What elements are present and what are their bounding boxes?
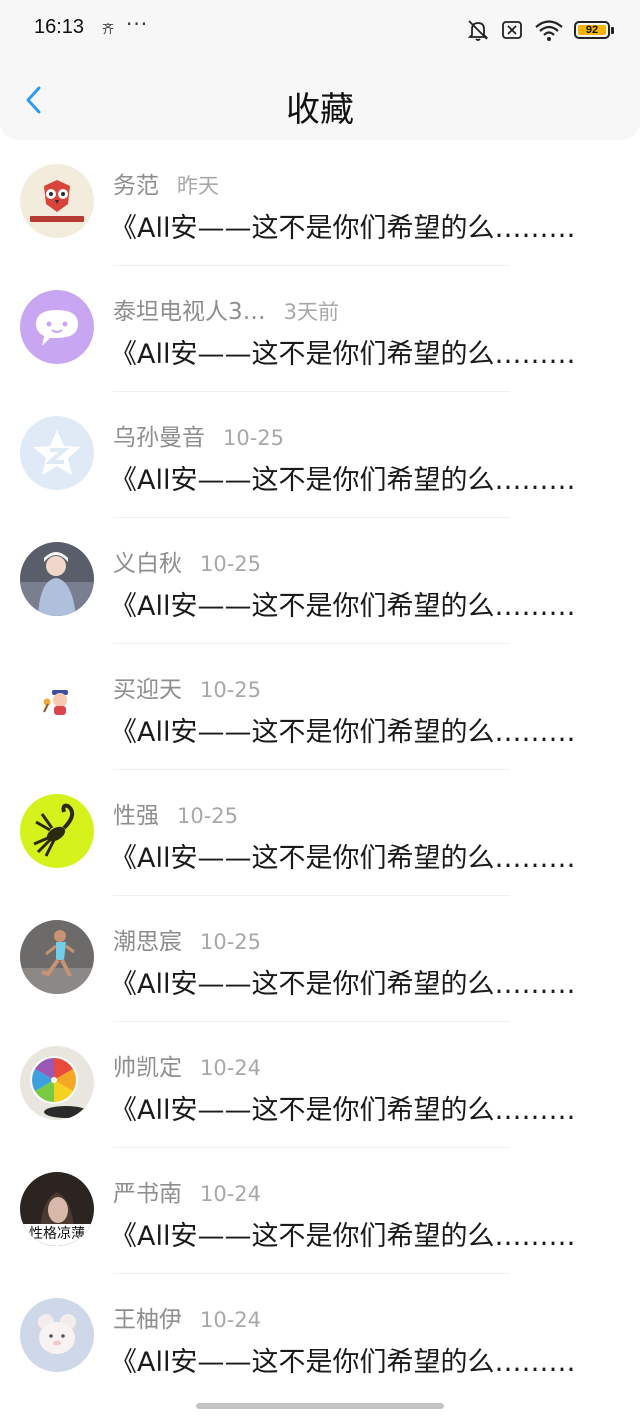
item-message: 《All安——这不是你们希望的么………: [110, 591, 576, 622]
item-author: 帅凯定: [113, 1055, 182, 1081]
item-message: 《All安——这不是你们希望的么………: [110, 1347, 576, 1378]
page-title: 收藏: [286, 90, 354, 130]
item-date: 昨天: [177, 174, 219, 198]
bell-muted-icon: [466, 18, 490, 42]
plush-toy-avatar[interactable]: [20, 1298, 94, 1372]
battery-level: 92: [585, 24, 599, 36]
status-bar: 16:13 齐 ··· 92: [0, 0, 640, 60]
list-item[interactable]: 泰坦电视人3… 3天前 《All安——这不是你们希望的么………: [0, 266, 640, 392]
list-item[interactable]: 义白秋 10-25 《All安——这不是你们希望的么………: [0, 518, 640, 644]
item-author: 乌孙曼音: [113, 425, 205, 451]
list-item[interactable]: 帅凯定 10-24 《All安——这不是你们希望的么………: [0, 1022, 640, 1148]
item-author: 严书南: [113, 1181, 182, 1207]
item-meta: 义白秋 10-25: [113, 544, 262, 577]
item-author: 义白秋: [113, 551, 182, 577]
favorites-list: 务范 昨天 《All安——这不是你们希望的么……… 泰坦电视人3… 3天前 《All…: [0, 140, 640, 1400]
home-indicator[interactable]: [196, 1403, 444, 1409]
item-message: 《All安——这不是你们希望的么………: [110, 1221, 576, 1252]
item-message: 《All安——这不是你们希望的么………: [110, 339, 576, 370]
battery-icon: 92: [574, 21, 614, 39]
item-date: 10-25: [200, 678, 262, 702]
item-author: 买迎天: [113, 677, 182, 703]
item-meta: 买迎天 10-25: [113, 670, 262, 703]
item-message: 《All安——这不是你们希望的么………: [110, 213, 576, 244]
owl-logo-avatar[interactable]: [20, 164, 94, 238]
item-author: 性强: [113, 803, 159, 829]
list-item[interactable]: 王柚伊 10-24 《All安——这不是你们希望的么………: [0, 1274, 640, 1400]
list-item[interactable]: 性格凉薄 严书南 10-24 《All安——这不是你们希望的么………: [0, 1148, 640, 1274]
item-date: 10-25: [200, 930, 262, 954]
list-item[interactable]: 潮思宸 10-25 《All安——这不是你们希望的么………: [0, 896, 640, 1022]
item-meta: 泰坦电视人3… 3天前: [113, 292, 340, 325]
item-author: 务范: [113, 173, 159, 199]
avatar-caption: 性格凉薄: [29, 1226, 85, 1242]
more-notifications-icon: ···: [126, 12, 149, 36]
item-date: 10-24: [200, 1182, 262, 1206]
item-meta: 务范 昨天: [113, 166, 219, 199]
wifi-icon: [534, 18, 564, 42]
item-message: 《All安——这不是你们希望的么………: [110, 717, 576, 748]
item-date: 10-24: [200, 1308, 262, 1332]
citrus-avatar[interactable]: [20, 1046, 94, 1120]
scorpion-avatar[interactable]: [20, 794, 94, 868]
item-author: 潮思宸: [113, 929, 182, 955]
qq-star-avatar[interactable]: [20, 416, 94, 490]
item-date: 10-25: [177, 804, 239, 828]
item-meta: 性强 10-25: [113, 796, 239, 829]
cartoon-avatar[interactable]: [20, 668, 94, 742]
item-author: 泰坦电视人3…: [113, 299, 266, 325]
list-item[interactable]: 乌孙曼音 10-25 《All安——这不是你们希望的么………: [0, 392, 640, 518]
item-meta: 严书南 10-24: [113, 1174, 262, 1207]
item-meta: 潮思宸 10-25: [113, 922, 262, 955]
item-date: 10-24: [200, 1056, 262, 1080]
sim-error-icon: [500, 18, 524, 42]
runner-avatar[interactable]: [20, 920, 94, 994]
item-meta: 王柚伊 10-24: [113, 1300, 262, 1333]
item-meta: 帅凯定 10-24: [113, 1048, 262, 1081]
navigation-header: 收藏: [0, 60, 640, 138]
item-message: 《All安——这不是你们希望的么………: [110, 465, 576, 496]
status-icons: 92: [466, 16, 614, 44]
item-date: 3天前: [283, 300, 340, 324]
item-message: 《All安——这不是你们希望的么………: [110, 969, 576, 1000]
list-item[interactable]: 买迎天 10-25 《All安——这不是你们希望的么………: [0, 644, 640, 770]
item-message: 《All安——这不是你们希望的么………: [110, 1095, 576, 1126]
item-message: 《All安——这不是你们希望的么………: [110, 843, 576, 874]
item-meta: 乌孙曼音 10-25: [113, 418, 285, 451]
list-item[interactable]: 性强 10-25 《All安——这不是你们希望的么………: [0, 770, 640, 896]
item-date: 10-25: [200, 552, 262, 576]
notification-small-icon: 齐: [102, 22, 115, 36]
list-item[interactable]: 务范 昨天 《All安——这不是你们希望的么………: [0, 140, 640, 266]
item-author: 王柚伊: [113, 1307, 182, 1333]
photo-avatar[interactable]: [20, 542, 94, 616]
chat-bubble-avatar[interactable]: [20, 290, 94, 364]
status-time: 16:13: [34, 16, 85, 38]
portrait-avatar[interactable]: 性格凉薄: [20, 1172, 94, 1246]
item-date: 10-25: [223, 426, 285, 450]
